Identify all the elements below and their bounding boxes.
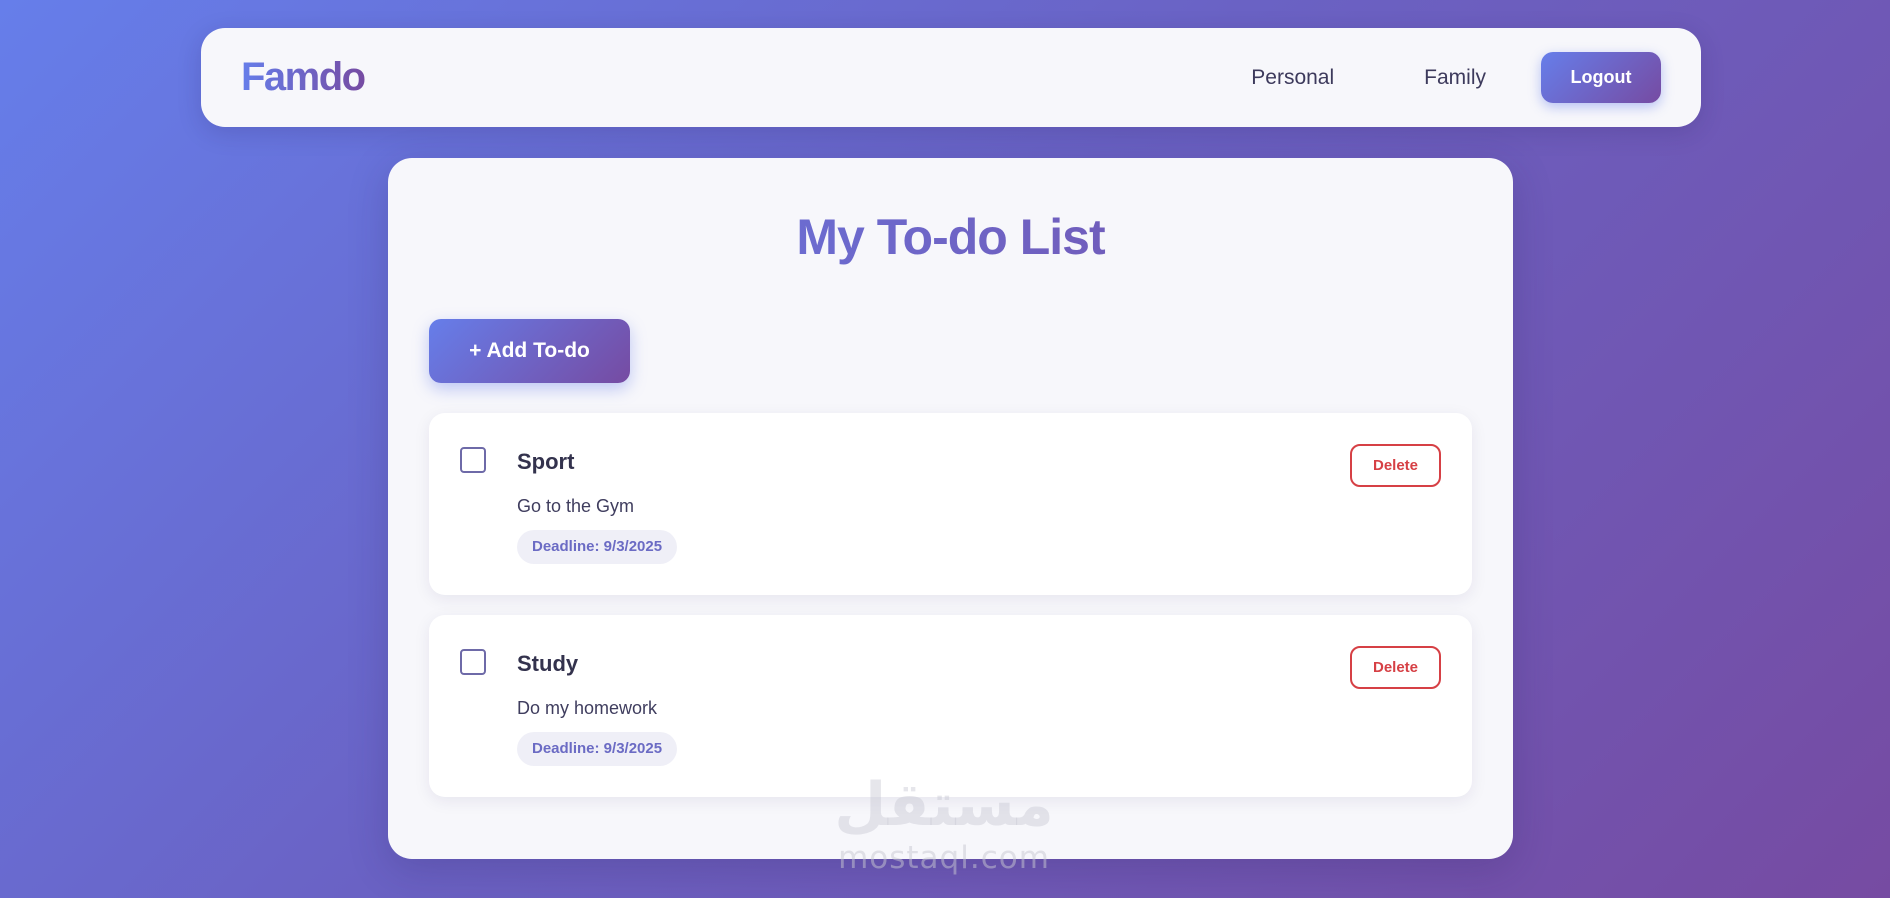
todo-card: My To-do List + Add To-do Sport Go to th…	[388, 158, 1513, 859]
deadline-badge: Deadline: 9/3/2025	[517, 732, 678, 766]
delete-button[interactable]: Delete	[1350, 646, 1441, 689]
todo-checkbox[interactable]	[460, 649, 486, 675]
todo-list: Sport Go to the Gym Deadline: 9/3/2025 D…	[429, 413, 1472, 817]
brand-logo[interactable]: Famdo	[241, 55, 366, 100]
navbar: Famdo Personal Family Logout	[201, 28, 1701, 127]
todo-description: Do my homework	[517, 698, 658, 718]
deadline-badge: Deadline: 9/3/2025	[517, 530, 678, 564]
delete-button[interactable]: Delete	[1350, 444, 1441, 487]
todo-description: Go to the Gym	[517, 496, 635, 516]
todo-title: Study	[517, 651, 579, 676]
nav-link-family[interactable]: Family	[1424, 66, 1486, 90]
todo-title: Sport	[517, 449, 575, 474]
todo-item: Study Do my homework Deadline: 9/3/2025 …	[429, 615, 1472, 797]
nav-links: Personal Family Logout	[1251, 52, 1661, 103]
todo-checkbox[interactable]	[460, 447, 486, 473]
add-todo-button[interactable]: + Add To-do	[429, 319, 630, 383]
logout-button[interactable]: Logout	[1541, 52, 1661, 103]
page-title: My To-do List	[388, 208, 1513, 266]
nav-link-personal[interactable]: Personal	[1251, 66, 1334, 90]
todo-item: Sport Go to the Gym Deadline: 9/3/2025 D…	[429, 413, 1472, 595]
